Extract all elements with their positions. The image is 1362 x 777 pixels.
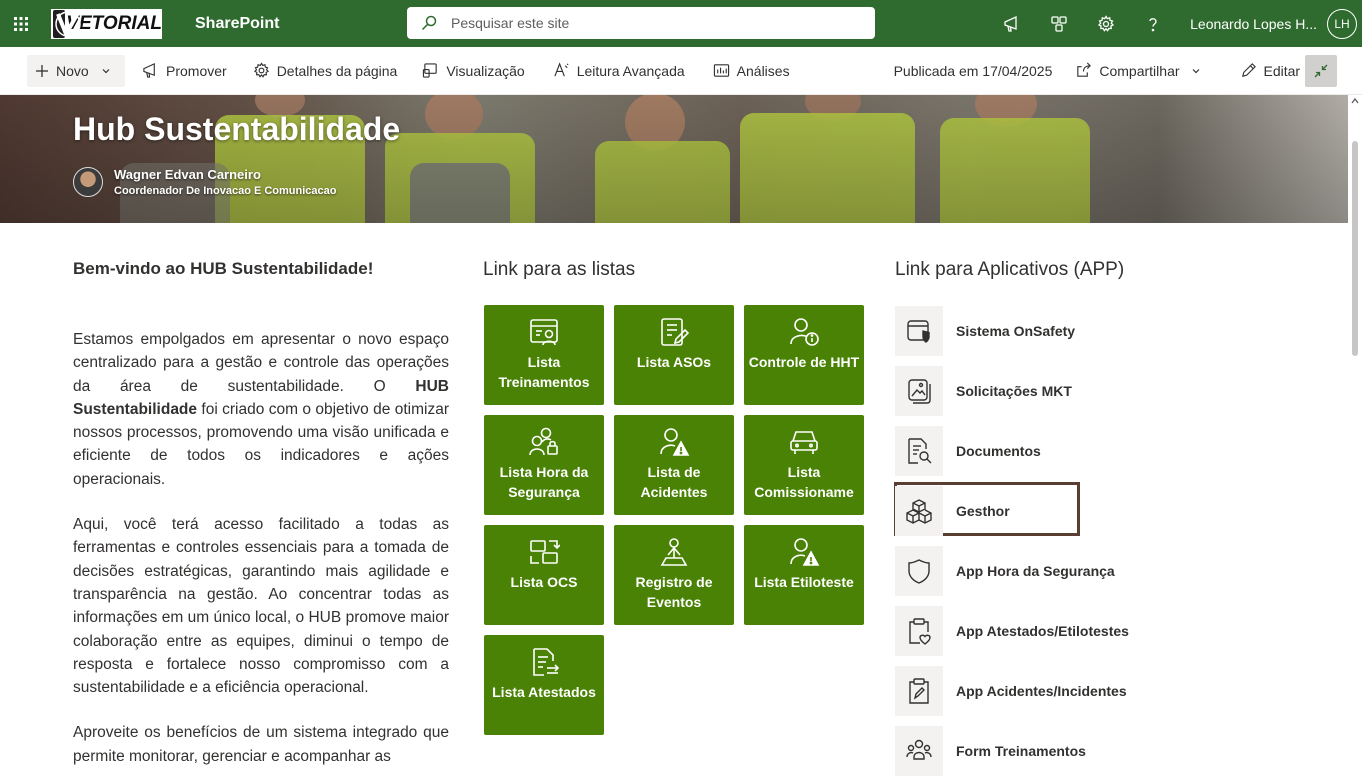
chevron-down-icon xyxy=(102,68,110,73)
help-icon[interactable] xyxy=(1129,0,1176,47)
document-arrow-icon xyxy=(533,648,560,676)
author-byline[interactable]: Wagner Edvan Carneiro Coordenador De Ino… xyxy=(73,167,337,197)
app-launcher-icon[interactable] xyxy=(0,0,42,47)
tile-lista-etiloteste[interactable]: Lista Etiloteste xyxy=(744,525,864,625)
cubes-icon xyxy=(906,499,932,524)
shield-icon xyxy=(908,559,930,584)
apps-section-header: Link para Aplicativos (APP) xyxy=(895,259,1124,281)
promote-label: Promover xyxy=(166,62,227,79)
preview-label: Visualização xyxy=(446,62,525,79)
megaphone-icon xyxy=(143,63,155,78)
share-icon xyxy=(1077,62,1092,77)
hero-banner: Hub Sustentabilidade Wagner Edvan Carnei… xyxy=(0,95,1348,223)
clipboard-edit-icon xyxy=(909,678,929,704)
app-hora-da-seguranca[interactable]: App Hora da Segurança xyxy=(895,545,1185,597)
app-gesthor[interactable]: Gesthor xyxy=(895,485,1185,537)
document-search-icon xyxy=(908,438,932,464)
welcome-paragraph-1: Estamos empolgados em apresentar o novo … xyxy=(73,331,449,488)
share-button[interactable]: Compartilhar xyxy=(1067,55,1208,87)
people-community-icon xyxy=(906,739,932,760)
tile-lista-de-acidentes[interactable]: Lista de Acidentes xyxy=(614,415,734,515)
app-form-treinamentos[interactable]: Form Treinamentos xyxy=(895,725,1185,777)
page-title: Hub Sustentabilidade xyxy=(73,111,401,147)
page-details-button[interactable]: Detalhes da página xyxy=(245,55,406,87)
app-connect-icon[interactable] xyxy=(1035,0,1082,47)
pencil-icon xyxy=(1241,63,1256,77)
preview-icon xyxy=(423,63,438,78)
tile-lista-atestados[interactable]: Lista Atestados xyxy=(484,635,604,735)
person-info-icon xyxy=(790,318,819,346)
search-box[interactable] xyxy=(407,7,875,39)
user-avatar[interactable]: LH xyxy=(1327,8,1357,39)
clipboard-heart-icon xyxy=(909,618,931,645)
gear-icon[interactable] xyxy=(1082,0,1129,47)
suite-right-area: Leonardo Lopes H... LH xyxy=(988,0,1362,47)
lists-title: Link para as listas xyxy=(483,259,636,280)
collapse-button[interactable] xyxy=(1305,55,1337,87)
app-solicitacoes-mkt[interactable]: Solicitações MKT xyxy=(895,365,1185,417)
collapse-arrows-icon xyxy=(1314,64,1328,78)
tile-lista-treinamentos[interactable]: Lista Treinamentos xyxy=(484,305,604,405)
person-warning-icon xyxy=(790,538,820,566)
immersive-reader-label: Leitura Avançada xyxy=(576,62,685,79)
gear-icon xyxy=(253,62,269,78)
search-input[interactable] xyxy=(451,15,851,31)
vehicle-icon xyxy=(790,431,818,454)
suite-bar: VETORIAL SharePoint Leonardo Lopes H... … xyxy=(0,0,1362,47)
scroll-thumb[interactable] xyxy=(1352,141,1358,356)
tile-lista-hora-da-seguranca[interactable]: Lista Hora da Segurança xyxy=(484,415,604,515)
analytics-label: Análises xyxy=(736,62,790,79)
analytics-button[interactable]: Análises xyxy=(705,55,798,87)
promote-button[interactable]: Promover xyxy=(134,55,235,87)
tile-lista-comissioname[interactable]: Lista Comissioname xyxy=(744,415,864,515)
new-button-label: Novo xyxy=(56,62,89,79)
app-acidentes-incidentes[interactable]: App Acidentes/Incidentes xyxy=(895,665,1185,717)
tile-controle-de-hht[interactable]: Controle de HHT xyxy=(744,305,864,405)
plus-icon xyxy=(36,64,48,77)
preview-button[interactable]: Visualização xyxy=(414,55,532,87)
new-button[interactable]: Novo xyxy=(27,54,125,87)
page-scrollbar[interactable] xyxy=(1348,95,1362,766)
apps-title: Link para Aplicativos (APP) xyxy=(895,259,1125,280)
published-date: Publicada em 17/04/2025 xyxy=(893,62,1053,79)
megaphone-icon[interactable] xyxy=(988,0,1035,47)
app-name[interactable]: SharePoint xyxy=(195,15,279,33)
tile-lista-asos[interactable]: Lista ASOs xyxy=(614,305,734,405)
immersive-reader-icon xyxy=(554,62,569,77)
author-role: Coordenador De Inovacao E Comunicacao xyxy=(114,185,337,197)
logo-v-icon xyxy=(53,9,81,38)
author-avatar[interactable] xyxy=(73,167,103,197)
company-logo[interactable]: VETORIAL xyxy=(51,8,162,39)
share-label: Compartilhar xyxy=(1099,62,1180,79)
immersive-reader-button[interactable]: Leitura Avançada xyxy=(545,55,693,87)
command-bar: Novo Promover Detalhes da página Visuali… xyxy=(0,47,1362,95)
people-lock-icon xyxy=(529,427,558,456)
scroll-up-arrow-icon[interactable] xyxy=(1351,97,1359,105)
image-stack-icon xyxy=(908,379,931,404)
document-edit-icon xyxy=(661,318,690,346)
welcome-paragraph-2: Aqui, você terá acesso facilitado a toda… xyxy=(73,516,449,697)
analytics-icon xyxy=(713,64,729,77)
window-shield-icon xyxy=(907,320,930,343)
edit-label: Editar xyxy=(1263,62,1301,79)
tile-registro-de-eventos[interactable]: Registro de Eventos xyxy=(614,525,734,625)
arrow-swap-icon xyxy=(530,540,560,564)
location-person-icon xyxy=(660,538,688,566)
edit-button[interactable]: Editar xyxy=(1232,55,1309,87)
lists-section-header: Link para as listas xyxy=(483,259,635,281)
app-atestados-etilotestes[interactable]: App Atestados/Etilotestes xyxy=(895,605,1185,657)
welcome-section: Bem-vindo ao HUB Sustentabilidade! Estam… xyxy=(73,259,449,768)
person-warning-icon xyxy=(660,428,690,456)
app-sistema-onsafety[interactable]: Sistema OnSafety xyxy=(895,305,1185,357)
app-documentos[interactable]: Documentos xyxy=(895,425,1185,477)
welcome-title: Bem-vindo ao HUB Sustentabilidade! xyxy=(73,259,374,278)
author-name[interactable]: Wagner Edvan Carneiro xyxy=(114,167,337,182)
treinamentos-icon xyxy=(530,319,558,346)
search-icon xyxy=(421,15,437,31)
chevron-down-icon xyxy=(1192,68,1199,73)
user-name[interactable]: Leonardo Lopes H... xyxy=(1190,16,1317,32)
page-details-label: Detalhes da página xyxy=(276,62,398,79)
welcome-paragraph-3: Aproveite os benefícios de um sistema in… xyxy=(73,724,449,765)
tile-lista-ocs[interactable]: Lista OCS xyxy=(484,525,604,625)
